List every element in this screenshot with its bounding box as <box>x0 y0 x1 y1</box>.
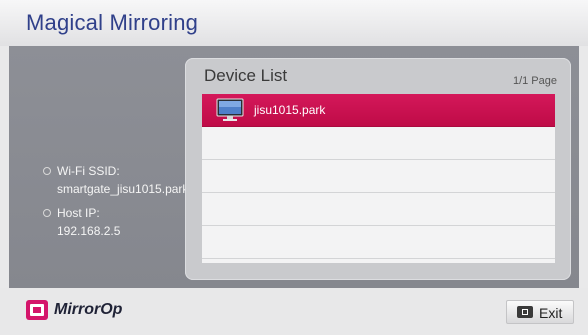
main-panel: Wi-Fi SSID: smartgate_jisu1015.park Host… <box>9 46 579 288</box>
exit-button[interactable]: Exit <box>506 300 574 324</box>
list-item-device[interactable]: jisu1015.park <box>202 94 555 127</box>
device-list-panel: Device List 1/1 Page jisu1015.park <box>185 58 571 280</box>
list-item-empty <box>202 160 555 193</box>
list-item-empty <box>202 193 555 226</box>
wifi-ssid-label: Wi-Fi SSID: <box>57 164 120 178</box>
device-list-title: Device List <box>204 66 288 85</box>
wifi-ssid-value: smartgate_jisu1015.park <box>57 182 189 196</box>
exit-label: Exit <box>539 305 563 321</box>
page-indicator: 1/1 Page <box>512 75 557 87</box>
remote-exit-key-icon <box>517 306 533 318</box>
list-item-empty <box>202 127 555 160</box>
bullet-icon <box>43 209 51 217</box>
device-list: jisu1015.park <box>202 94 555 263</box>
host-ip-value: 192.168.2.5 <box>57 224 121 238</box>
header-bar: Magical Mirroring <box>0 0 588 46</box>
brand-name: MirrorOp <box>54 301 123 318</box>
footer-bar: MirrorOp Exit <box>0 288 588 335</box>
list-item-empty <box>202 226 555 259</box>
device-name: jisu1015.park <box>254 103 326 117</box>
monitor-icon <box>216 97 244 128</box>
host-ip-label: Host IP: <box>57 206 100 220</box>
app-title: Magical Mirroring <box>26 10 199 35</box>
mirrorop-logo-icon <box>26 300 48 325</box>
bullet-icon <box>43 167 51 175</box>
